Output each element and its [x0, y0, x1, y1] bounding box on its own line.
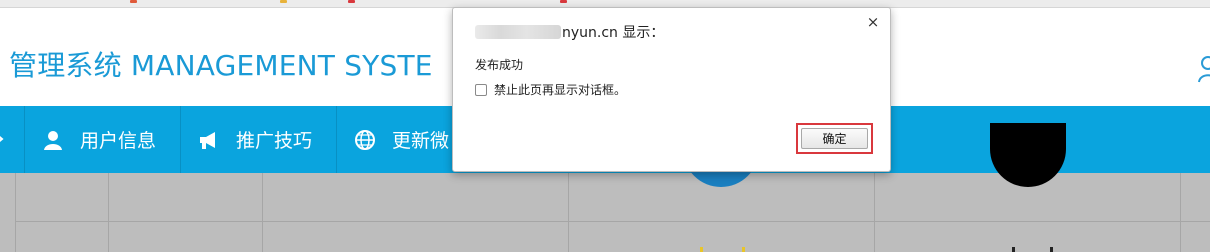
nav-divider — [336, 106, 337, 173]
nav-item-label: 推广技巧 — [236, 130, 313, 152]
dialog-origin-text: nyun.cn 显示： — [562, 25, 665, 41]
ok-button[interactable]: 确定 — [801, 128, 868, 149]
nav-item-label: 用户信息 — [80, 130, 157, 152]
dialog-origin: nyun.cn 显示： — [475, 22, 664, 42]
suppress-dialogs-checkbox[interactable] — [475, 83, 487, 96]
content-grid — [0, 123, 1210, 252]
nav-divider — [180, 106, 181, 173]
star-decoration — [1050, 247, 1053, 252]
site-title: 管理系统 MANAGEMENT SYSTE — [9, 49, 433, 82]
nav-item-user-info[interactable]: 用户信息 — [42, 106, 156, 173]
grid-line — [1180, 173, 1181, 252]
megaphone-icon — [200, 131, 215, 149]
ok-button-focus-outline: 确定 — [796, 123, 873, 154]
star-decoration — [700, 247, 703, 252]
chevron-left-icon[interactable] — [0, 132, 4, 146]
suppress-dialogs-option[interactable]: 禁止此页再显示对话框。 — [475, 81, 626, 98]
tab-favicon-mark — [130, 0, 137, 3]
grid-line — [568, 173, 569, 252]
nav-item-label: 更新微 — [392, 130, 450, 152]
user-icon[interactable] — [1198, 54, 1210, 84]
star-decoration — [1012, 247, 1015, 252]
grid-line — [108, 173, 109, 252]
grid-line — [874, 173, 875, 252]
nav-item-promo-tips[interactable]: 推广技巧 — [198, 106, 312, 173]
tab-favicon-mark — [280, 0, 287, 3]
dialog-message: 发布成功 — [475, 58, 524, 72]
user-icon — [44, 130, 62, 150]
close-icon[interactable]: × — [865, 14, 881, 30]
suppress-dialogs-label[interactable]: 禁止此页再显示对话框。 — [494, 81, 626, 98]
grid-line — [262, 173, 263, 252]
app-icon-black[interactable] — [990, 123, 1066, 187]
globe-icon — [355, 129, 375, 150]
redacted-text — [475, 25, 561, 39]
tab-favicon-mark — [560, 0, 567, 3]
star-decoration — [742, 247, 745, 252]
alert-dialog: nyun.cn 显示： × 发布成功 禁止此页再显示对话框。 确定 — [452, 7, 891, 172]
grid-line — [15, 173, 16, 252]
tab-favicon-mark — [348, 0, 355, 3]
nav-item-update[interactable]: 更新微 — [354, 106, 449, 173]
grid-line — [15, 221, 1210, 222]
nav-divider — [24, 106, 25, 173]
